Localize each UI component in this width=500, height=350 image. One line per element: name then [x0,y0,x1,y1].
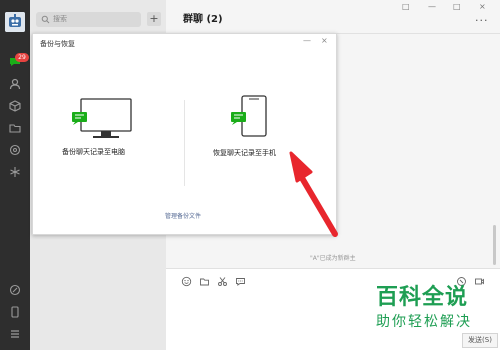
red-arrow-annotation [289,151,338,237]
